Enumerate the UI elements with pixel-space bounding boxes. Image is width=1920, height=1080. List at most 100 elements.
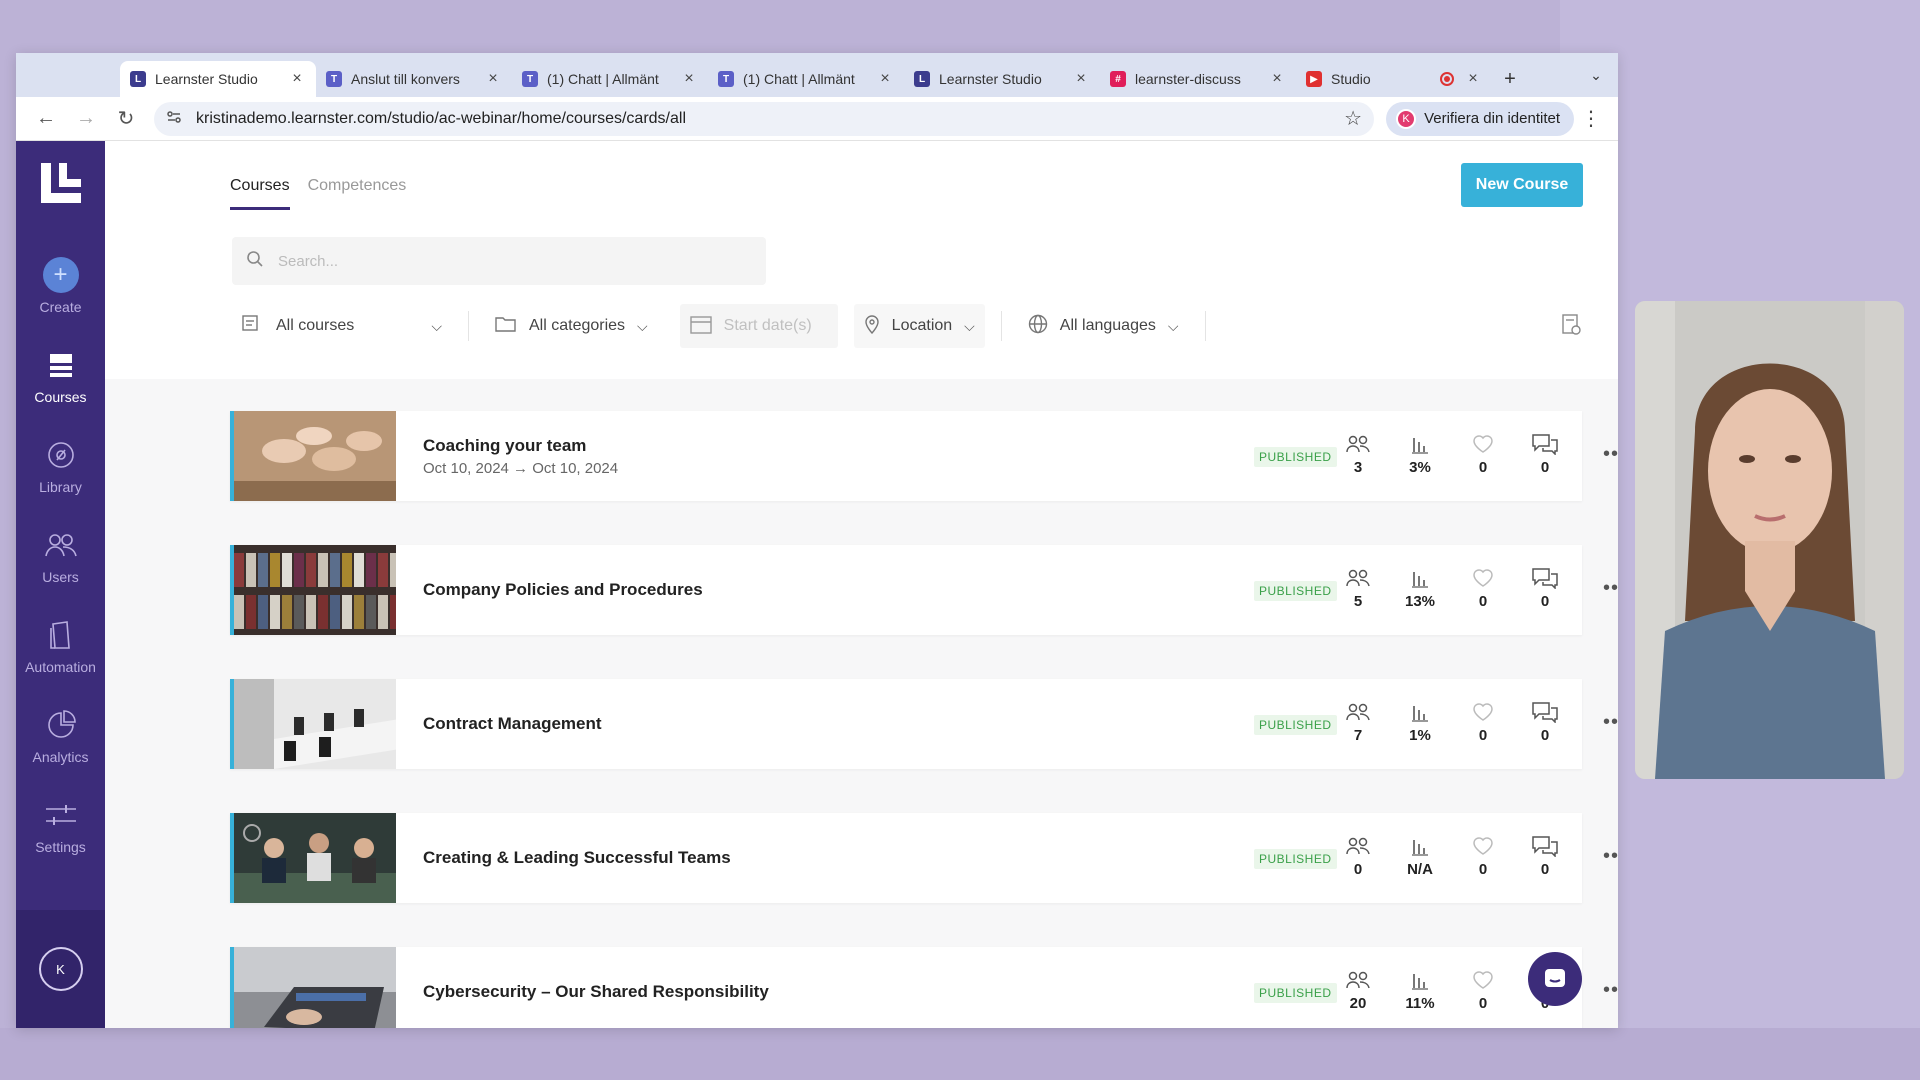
- filter-divider: [1000, 311, 1002, 341]
- browser-tab[interactable]: L Learnster Studio ×: [904, 61, 1100, 97]
- course-stat-progress[interactable]: 11%: [1400, 969, 1440, 1012]
- course-stat-progress[interactable]: N/A: [1400, 835, 1440, 878]
- course-stat-users[interactable]: 3: [1338, 433, 1378, 476]
- course-thumbnail[interactable]: [230, 545, 396, 635]
- more-options-icon[interactable]: •••: [1603, 979, 1618, 1002]
- close-tab-icon[interactable]: ×: [876, 70, 894, 88]
- close-tab-icon[interactable]: ×: [1268, 70, 1286, 88]
- more-options-icon[interactable]: •••: [1603, 845, 1618, 868]
- courses-icon: [47, 347, 75, 383]
- close-tab-icon[interactable]: ×: [680, 70, 698, 88]
- course-stat-value: 0: [1540, 459, 1550, 476]
- learnster-logo[interactable]: [40, 163, 81, 203]
- chat-support-button[interactable]: [1528, 952, 1582, 1006]
- browser-tab[interactable]: T (1) Chatt | Allmänt ×: [708, 61, 904, 97]
- close-tab-icon[interactable]: ×: [484, 70, 502, 88]
- sidebar-item-automation[interactable]: Automation: [16, 601, 105, 691]
- course-stat-users[interactable]: 20: [1338, 969, 1378, 1012]
- languages-filter-dropdown[interactable]: All languages ⌵: [1018, 304, 1189, 348]
- back-arrow-icon[interactable]: ←: [26, 107, 66, 130]
- sidebar-item-settings[interactable]: Settings: [16, 781, 105, 871]
- course-stat-likes[interactable]: 0: [1463, 969, 1503, 1012]
- more-options-icon[interactable]: •••: [1603, 443, 1618, 466]
- categories-filter-dropdown[interactable]: All categories ⌵: [485, 304, 658, 348]
- course-thumbnail[interactable]: [230, 947, 396, 1028]
- course-thumbnail[interactable]: [230, 679, 396, 769]
- heart-icon: [1463, 701, 1503, 723]
- browser-tab[interactable]: T (1) Chatt | Allmänt ×: [512, 61, 708, 97]
- course-stat-progress[interactable]: 13%: [1400, 567, 1440, 610]
- course-stat-progress[interactable]: 1%: [1400, 701, 1440, 744]
- browser-tab-title: (1) Chatt | Allmänt: [547, 71, 659, 87]
- plus-circle-icon: +: [42, 257, 79, 293]
- sidebar-item-analytics[interactable]: Analytics: [16, 691, 105, 781]
- tab-competences[interactable]: Competences: [308, 177, 407, 210]
- sidebar-item-courses[interactable]: Courses: [16, 331, 105, 421]
- course-stat-comments[interactable]: 0: [1525, 701, 1565, 744]
- tab-courses[interactable]: Courses: [230, 177, 290, 210]
- tab-list-chevron-icon[interactable]: ⌄: [1584, 63, 1608, 87]
- course-stat-comments[interactable]: 0: [1525, 835, 1565, 878]
- course-stat-likes[interactable]: 0: [1463, 433, 1503, 476]
- verify-identity-button[interactable]: K Verifiera din identitet: [1386, 101, 1574, 136]
- more-options-icon[interactable]: •••: [1603, 577, 1618, 600]
- course-stat-users[interactable]: 5: [1338, 567, 1378, 610]
- bookmark-star-icon[interactable]: ☆: [1344, 106, 1362, 131]
- status-badge: PUBLISHED: [1254, 849, 1337, 869]
- start-date-filter[interactable]: Start date(s): [679, 304, 838, 348]
- status-badge: PUBLISHED: [1254, 447, 1337, 467]
- heart-icon: [1463, 835, 1503, 857]
- close-tab-icon[interactable]: ×: [288, 70, 306, 88]
- browser-menu-icon[interactable]: ⋮: [1574, 106, 1608, 131]
- sidebar-item-library[interactable]: Library: [16, 421, 105, 511]
- course-thumbnail[interactable]: [230, 411, 396, 501]
- presenter-webcam: [1635, 301, 1904, 779]
- reload-icon[interactable]: ↻: [106, 106, 146, 131]
- sidebar-nav: + Create Courses Library Users Automation Anal…: [16, 241, 105, 871]
- comments-icon: [1525, 701, 1565, 723]
- courses-filter-dropdown[interactable]: All courses ⌵: [232, 304, 452, 348]
- course-stat-likes[interactable]: 0: [1463, 701, 1503, 744]
- export-report-icon[interactable]: [1561, 313, 1583, 342]
- browser-tab[interactable]: # learnster-discuss ×: [1100, 61, 1296, 97]
- new-course-button[interactable]: New Course: [1461, 163, 1583, 207]
- start-date-label: Start date(s): [723, 317, 812, 334]
- forward-arrow-icon[interactable]: →: [66, 107, 106, 130]
- course-stat-comments[interactable]: 0: [1525, 567, 1565, 610]
- course-card[interactable]: Cybersecurity – Our Shared Responsibilit…: [230, 947, 1618, 1028]
- close-tab-icon[interactable]: ×: [1072, 70, 1090, 88]
- course-stat-value: 20: [1349, 995, 1367, 1012]
- course-stat-likes[interactable]: 0: [1463, 835, 1503, 878]
- course-card[interactable]: Coaching your team Oct 10, 2024 → Oct 10,…: [230, 411, 1618, 501]
- course-stat-users[interactable]: 7: [1338, 701, 1378, 744]
- course-stat-comments[interactable]: 0: [1525, 433, 1565, 476]
- heart-icon: [1463, 433, 1503, 455]
- course-stat-progress[interactable]: 3%: [1400, 433, 1440, 476]
- course-stat-users[interactable]: 0: [1338, 835, 1378, 878]
- more-options-icon[interactable]: •••: [1603, 711, 1618, 734]
- site-info-icon[interactable]: [166, 109, 186, 128]
- progress-bar-chart-icon: [1400, 969, 1440, 991]
- main-content: Courses Competences New Course Search...…: [105, 141, 1618, 1028]
- course-stat-value: 0: [1478, 727, 1488, 744]
- course-stat-likes[interactable]: 0: [1463, 567, 1503, 610]
- sidebar-item-create[interactable]: + Create: [16, 241, 105, 331]
- sidebar-item-users[interactable]: Users: [16, 511, 105, 601]
- browser-tab[interactable]: ▶ Studio ×: [1296, 61, 1492, 97]
- course-card[interactable]: Company Policies and Procedures PUBLISHED…: [230, 545, 1618, 635]
- categories-filter-label: All categories: [529, 317, 626, 334]
- browser-tab[interactable]: L Learnster Studio ×: [120, 61, 316, 97]
- location-filter-dropdown[interactable]: Location ⌵: [853, 304, 985, 348]
- course-stat-value: N/A: [1407, 861, 1433, 878]
- new-tab-button[interactable]: +: [1492, 61, 1528, 97]
- url-text[interactable]: kristinademo.learnster.com/studio/ac-web…: [196, 110, 1344, 128]
- browser-tab-title: (1) Chatt | Allmänt: [743, 71, 855, 87]
- browser-tab[interactable]: T Anslut till konvers ×: [316, 61, 512, 97]
- user-avatar[interactable]: K: [38, 947, 83, 991]
- search-input[interactable]: Search...: [232, 237, 766, 285]
- course-card[interactable]: Creating & Leading Successful Teams PUBLI…: [230, 813, 1618, 903]
- course-card[interactable]: Contract ManagementPUBLISHED71%00•••: [230, 679, 1618, 769]
- close-tab-icon[interactable]: ×: [1464, 70, 1482, 88]
- course-thumbnail[interactable]: [230, 813, 396, 903]
- url-omnibox[interactable]: kristinademo.learnster.com/studio/ac-web…: [154, 101, 1375, 136]
